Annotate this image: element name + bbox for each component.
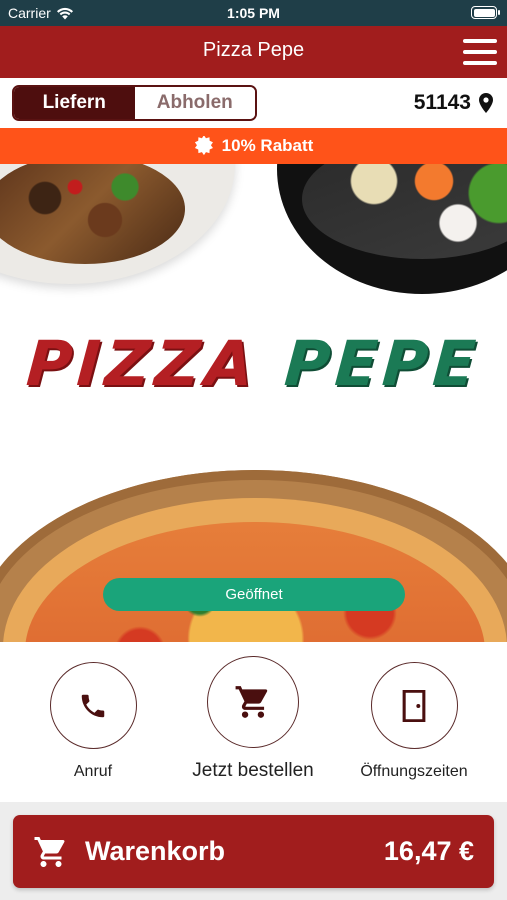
hero-banner: PIZZA PEPE Geöffnet (0, 164, 507, 642)
order-now-label: Jetzt bestellen (192, 760, 314, 781)
cart-icon (235, 686, 268, 718)
order-mode-bar: Liefern Abholen 51143 (0, 78, 507, 128)
cart-button[interactable]: Warenkorb 16,47 € (13, 815, 494, 888)
opening-hours-circle[interactable] (370, 662, 458, 749)
food-plate-image (277, 164, 507, 294)
page-title: Pizza Pepe (202, 39, 305, 61)
call-button-circle[interactable] (49, 662, 137, 749)
cart-footer: Warenkorb 16,47 € (0, 802, 507, 900)
status-bar: Carrier 1:05 PM (0, 0, 507, 26)
opening-hours-label: Öffnungszeiten (360, 763, 468, 780)
tab-delivery[interactable]: Liefern (14, 87, 135, 119)
cart-icon (34, 836, 65, 867)
door-icon (402, 689, 426, 722)
order-now-button[interactable]: Jetzt bestellen (178, 656, 328, 782)
quick-actions: Anruf Jetzt bestellen Öffnungszeiten (0, 642, 507, 802)
battery-icon (471, 6, 500, 19)
call-label: Anruf (73, 763, 113, 780)
app-header: Pizza Pepe (0, 26, 507, 78)
pizza-image (0, 470, 507, 642)
tab-pickup[interactable]: Abholen (134, 87, 255, 119)
order-now-circle[interactable] (207, 656, 299, 748)
clock: 1:05 PM (227, 5, 280, 21)
logo-word-pepe: PEPE (282, 327, 483, 400)
food-bowl-image (0, 164, 235, 284)
phone-icon (81, 694, 105, 717)
cart-total: 16,47 € (383, 836, 474, 866)
badge-icon (194, 136, 213, 156)
map-pin-icon (479, 93, 493, 113)
discount-text: 10% Rabatt (221, 136, 314, 155)
open-status-badge: Geöffnet (103, 578, 405, 611)
postal-code-selector[interactable]: 51143 (414, 91, 493, 115)
call-button[interactable]: Anruf (18, 662, 168, 781)
restaurant-logo: PIZZA PEPE (0, 327, 507, 400)
postal-code: 51143 (413, 91, 471, 114)
logo-word-pizza: PIZZA (24, 327, 261, 400)
cart-label: Warenkorb (85, 836, 226, 866)
discount-banner[interactable]: 10% Rabatt (0, 128, 507, 164)
opening-hours-button[interactable]: Öffnungszeiten (339, 662, 489, 781)
hamburger-menu-icon[interactable] (463, 38, 497, 66)
delivery-mode-toggle: Liefern Abholen (12, 85, 257, 121)
